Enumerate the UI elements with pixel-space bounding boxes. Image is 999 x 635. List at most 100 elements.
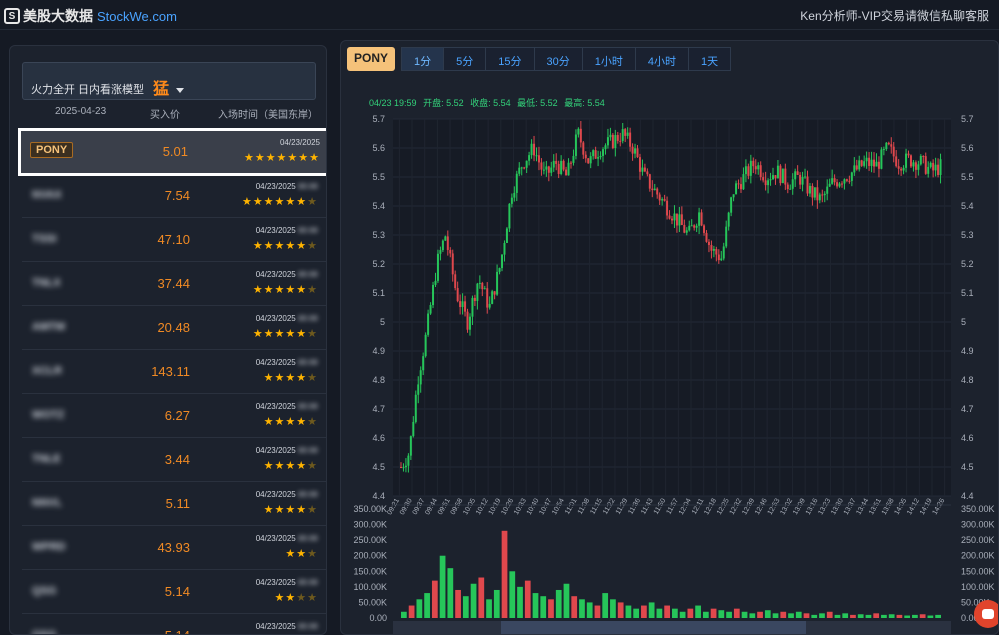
row-time-hidden: 00:00 [295,226,318,235]
candle-body [616,135,619,141]
candle-body [779,165,782,184]
candle-body [727,212,730,227]
candle-body [860,160,863,166]
candle-body [873,159,876,167]
y-tick-label-right: 5.4 [961,201,974,211]
candle-body [451,253,454,275]
candle-body [456,288,459,302]
candle-body [885,142,888,150]
volume-bar [586,602,593,618]
candle-body [540,162,543,170]
candle-body [599,155,602,158]
y-tick-label-left: 4.6 [372,433,385,443]
y-tick-label-right: 4.9 [961,346,974,356]
signal-row[interactable]: WOTZ 6.27 04/23/2025 00:00 ★★★★★ [22,394,326,438]
candle-body [764,180,767,186]
volume-bar [486,599,492,618]
candle-body [794,171,797,180]
volume-bar [702,611,709,618]
chat-icon [982,609,994,619]
row-symbol: WOTZ [32,409,65,421]
signal-row[interactable]: TNLX 37.44 04/23/2025 00:00 ★★★★★★ [22,262,326,306]
volume-tick-left: 0.00 [369,613,387,623]
volume-bar [857,614,864,618]
candle-body [419,370,422,385]
candle-body [905,153,908,168]
signal-row[interactable]: TNLE 3.44 04/23/2025 00:00 ★★★★★ [22,438,326,482]
candle-body [747,166,750,176]
rating-stars-dim: ★ [307,504,318,516]
candle-body [826,186,829,194]
candle-body [786,184,789,190]
volume-bar [540,596,547,618]
y-tick-label-right: 4.6 [961,433,974,443]
signal-row[interactable]: WPRD 43.93 04/23/2025 00:00 ★★★ [22,526,326,570]
candle-body [791,179,794,189]
row-time: 04/23/2025 [280,138,320,147]
signal-row[interactable]: XCLR 143.11 04/23/2025 00:00 ★★★★★ [22,350,326,394]
volume-tick-left: 50.00K [358,597,387,607]
candle-body [638,157,641,172]
candle-body [609,134,612,138]
candle-body [666,200,669,216]
candle-body [400,467,402,468]
candle-body [754,166,757,170]
candle-body [597,157,600,159]
row-time-value: 04/23/2025 [255,270,296,279]
volume-bar [819,613,825,618]
navigator-window [501,621,806,634]
candle-body [513,192,516,198]
row-time-hidden: 00:00 [295,622,318,631]
candle-body [811,185,814,198]
model-level: 猛 [153,81,170,98]
volume-bar [695,605,701,618]
candle-body [863,161,866,166]
volume-bar [795,611,802,618]
candle-body [631,146,634,154]
candle-body [656,188,659,195]
signal-row[interactable]: TSSI 47.10 04/23/2025 00:00 ★★★★★★ [22,218,326,262]
candle-body [614,135,617,149]
candle-body [663,199,666,201]
candle-body [525,160,528,168]
row-symbol: QSG [32,629,57,635]
rating-stars-dim: ★ [307,284,318,296]
row-time-hidden: 00:00 [295,534,318,543]
candle-body [407,455,410,466]
signal-row[interactable]: QSG5.1404/23/2025 00:00★★★★ [22,570,326,614]
volume-bar [687,608,694,618]
candle-body [858,160,861,170]
candle-body [634,148,637,154]
volume-tick-right: 350.00K [961,504,995,514]
candle-body [865,157,868,162]
model-selector[interactable]: 火力全开 日内看涨模型 猛 [22,62,316,100]
signal-row[interactable]: NNVL 5.11 04/23/2025 00:00 ★★★★★ [22,482,326,526]
signal-row[interactable]: PONY 5.01 04/23/2025 ★★★★★★★ [18,128,326,176]
signal-row[interactable]: NVAX 7.54 04/23/2025 00:00 ★★★★★★★ [22,174,326,218]
volume-tick-right: 200.00K [961,551,995,561]
logo[interactable]: S 美股大数据 StockWe.com [4,6,177,26]
candle-body [909,155,912,167]
volume-bar [439,555,446,618]
candle-body [712,248,715,251]
candle-body [424,334,427,357]
y-tick-label-right: 5.6 [961,143,974,153]
row-price: 7.54 [164,188,190,203]
row-time: 04/23/2025 00:00 [256,622,318,631]
row-time: 04/23/2025 00:00 [256,446,318,455]
price-chart[interactable]: 5.7 5.7 5.6 5.6 5.5 5.5 5.4 5.4 5.3 5.3 5.2 5.2 5.1 5… [341,41,999,635]
candle-body [700,212,703,226]
signal-row[interactable]: QSG5.1404/23/2025 00:00★★★★ [22,614,326,635]
chat-button[interactable] [974,600,998,628]
y-tick-label-left: 5.1 [372,288,385,298]
candle-body [757,165,760,170]
account-menu[interactable]: Ken分析师-VIP交易请微信私聊客服 [800,7,989,24]
candle-body [417,384,420,395]
volume-bar [741,611,748,618]
candle-body [816,187,819,201]
row-price: 3.44 [164,452,190,467]
rating-stars: ★★★★★★ [252,328,318,340]
row-time-value: 04/23/2025 [255,446,296,455]
signal-row[interactable]: AMTM 20.48 04/23/2025 00:00 ★★★★★★ [22,306,326,350]
row-symbol: QSG [32,585,57,597]
